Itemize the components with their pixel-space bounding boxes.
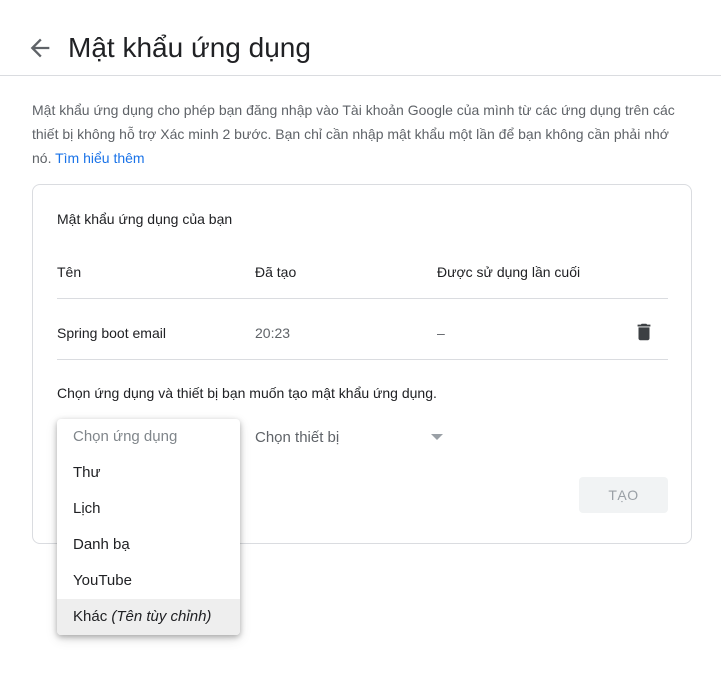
dropdown-arrow-icon	[431, 434, 443, 440]
page-title: Mật khẩu ứng dụng	[68, 32, 311, 63]
option-youtube[interactable]: YouTube	[57, 563, 240, 599]
option-other-label: Khác	[73, 608, 108, 625]
column-header-created: Đã tạo	[255, 264, 297, 280]
trash-icon[interactable]	[633, 321, 655, 343]
card-title: Mật khẩu ứng dụng của bạn	[57, 211, 233, 227]
create-button[interactable]: TẠO	[579, 477, 668, 513]
arrow-back-icon[interactable]	[26, 34, 54, 62]
page-header: Mật khẩu ứng dụng	[0, 0, 721, 76]
dropdown-placeholder: Chọn ứng dụng	[73, 428, 178, 445]
device-select-label: Chọn thiết bị	[255, 429, 340, 446]
row-last-used: –	[437, 325, 445, 341]
option-contacts[interactable]: Danh bạ	[57, 527, 240, 563]
row-created: 20:23	[255, 325, 291, 341]
row-name: Spring boot email	[57, 325, 166, 341]
column-header-last-used: Được sử dụng lần cuối	[437, 264, 581, 280]
column-header-name: Tên	[57, 264, 82, 280]
app-select-dropdown: Chọn ứng dụng Thư Lịch Danh bạ YouTube K…	[57, 419, 240, 635]
option-other-hint: (Tên tùy chỉnh)	[111, 608, 212, 625]
learn-more-link[interactable]: Tìm hiểu thêm	[55, 150, 144, 166]
option-calendar[interactable]: Lịch	[57, 491, 240, 527]
table-divider	[57, 298, 668, 299]
option-other[interactable]: Khác (Tên tùy chỉnh)	[57, 599, 240, 635]
select-prompt: Chọn ứng dụng và thiết bị bạn muốn tạo m…	[57, 385, 437, 401]
option-mail[interactable]: Thư	[57, 455, 240, 491]
description: Mật khẩu ứng dụng cho phép bạn đăng nhập…	[32, 98, 692, 170]
table-divider	[57, 359, 668, 360]
device-select[interactable]: Chọn thiết bị	[255, 427, 443, 451]
